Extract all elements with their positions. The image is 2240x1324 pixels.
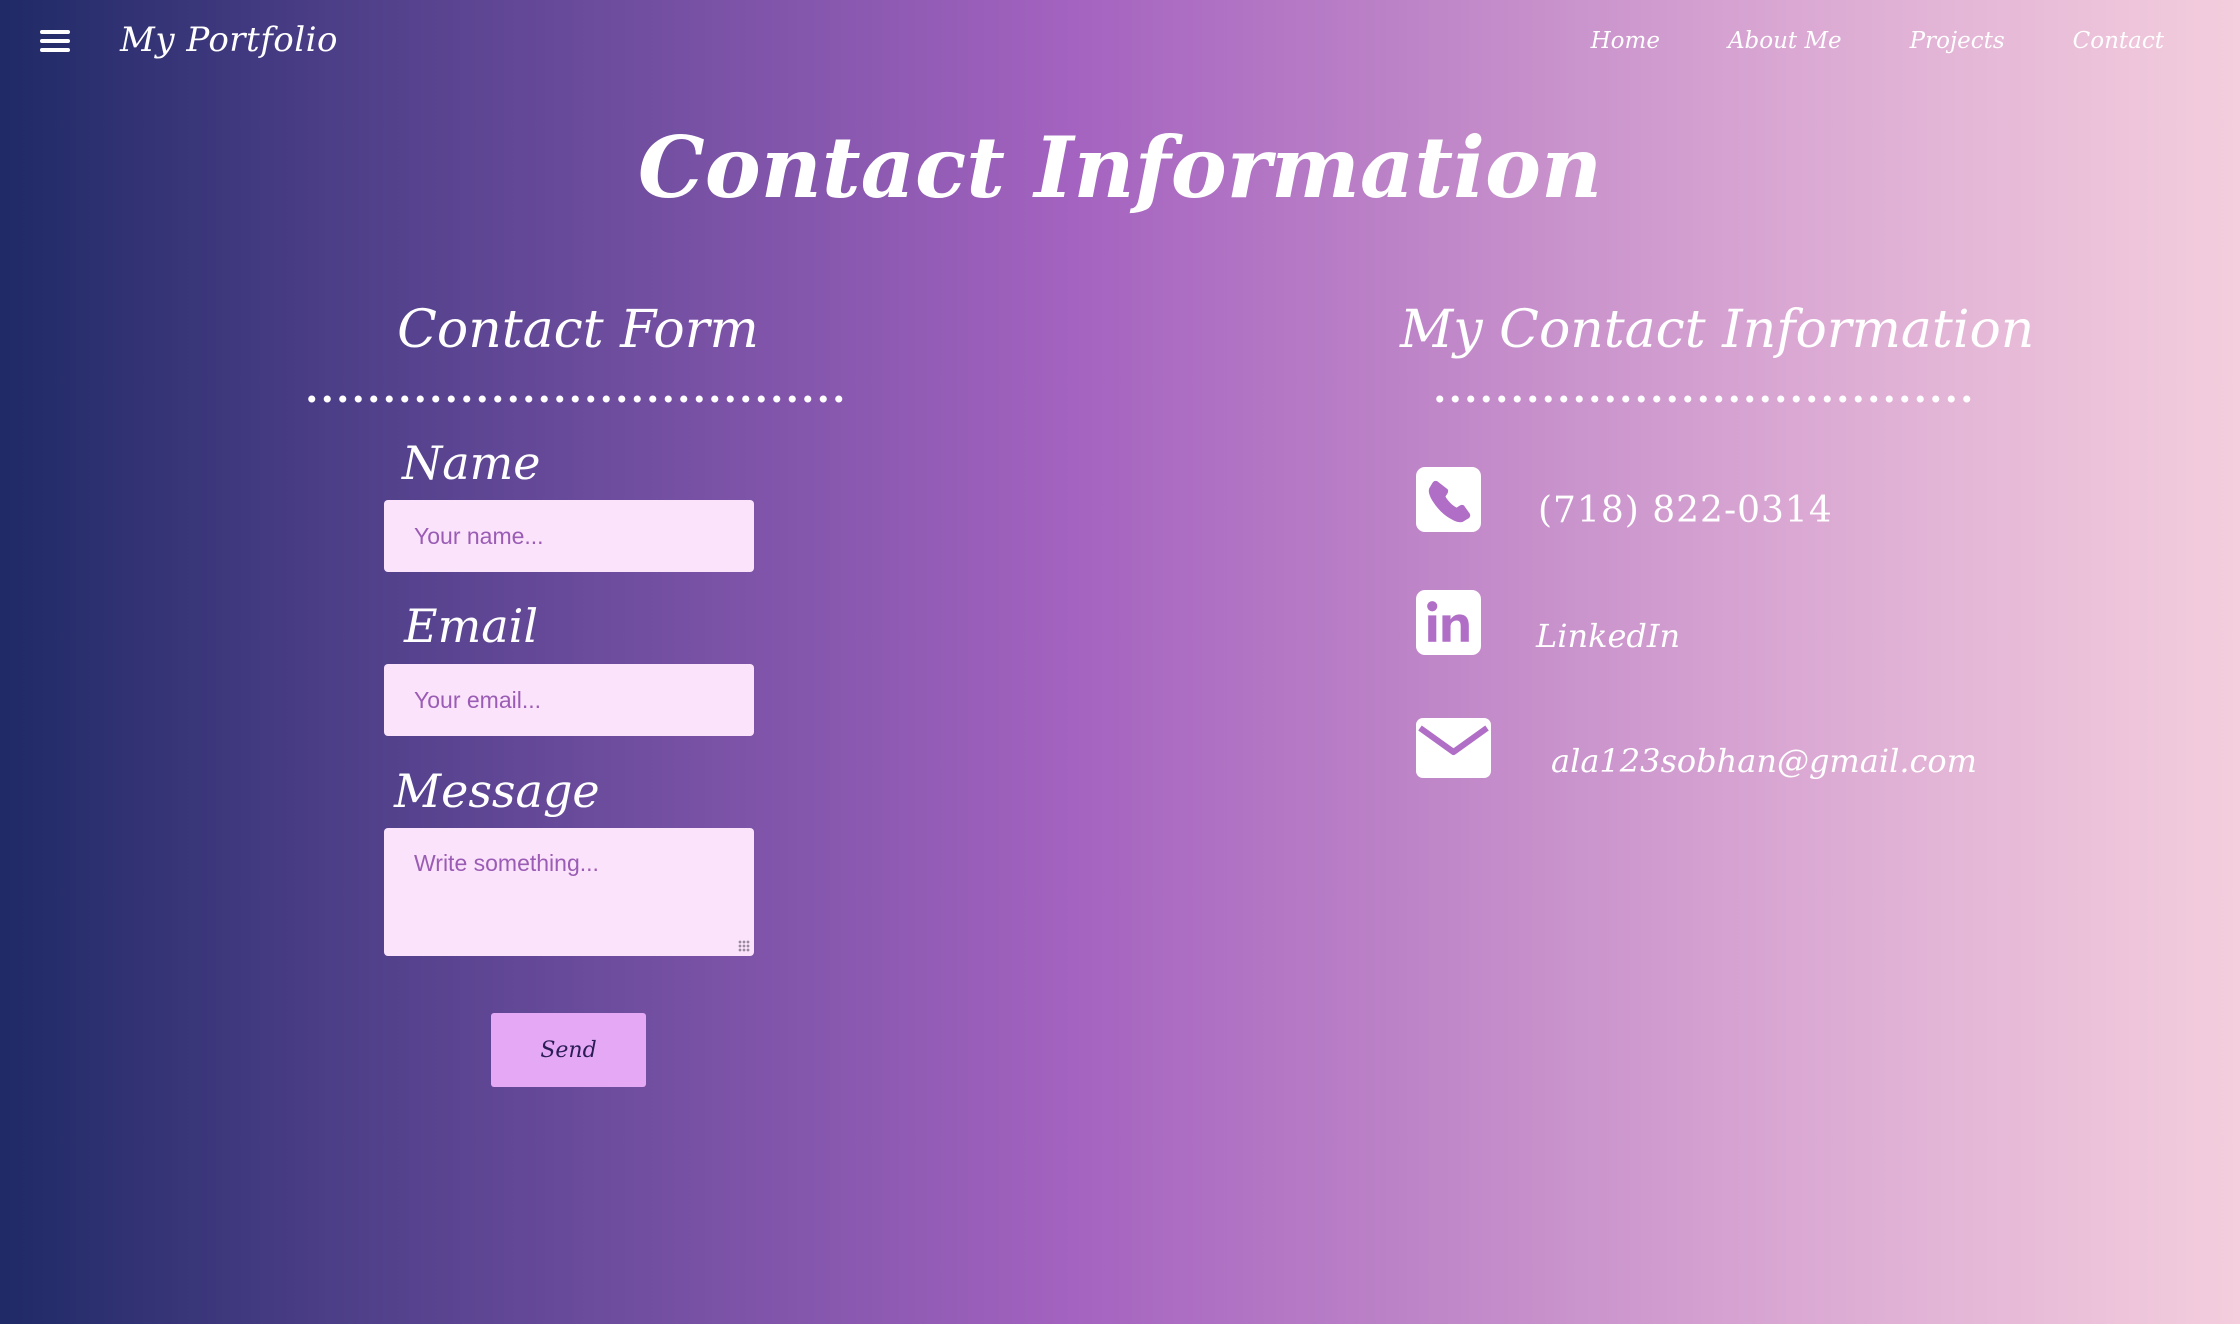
linkedin-icon[interactable] (1416, 590, 1481, 655)
main-nav: Home About Me Projects Contact (1591, 28, 2164, 54)
email-address[interactable]: ala123sobhan@gmail.com (1551, 742, 1977, 780)
name-input[interactable] (384, 500, 754, 572)
page-title: Contact Information (637, 118, 1603, 217)
menu-toggle-icon[interactable] (40, 30, 70, 54)
message-label: Message (394, 764, 600, 818)
message-textarea[interactable] (384, 828, 754, 956)
nav-link-projects[interactable]: Projects (1910, 28, 2005, 54)
email-label: Email (404, 599, 539, 653)
nav-link-home[interactable]: Home (1591, 28, 1660, 54)
email-input[interactable] (384, 664, 754, 736)
phone-number[interactable]: (718) 822-0314 (1538, 490, 1833, 531)
envelope-icon (1416, 718, 1491, 778)
site-brand[interactable]: My Portfolio (120, 20, 338, 60)
contact-form-divider (304, 394, 850, 404)
phone-icon (1416, 467, 1481, 532)
name-label: Name (402, 436, 541, 490)
contact-info-divider (1432, 394, 1978, 404)
contact-form-title: Contact Form (397, 300, 759, 360)
send-button[interactable]: Send (491, 1013, 646, 1087)
nav-link-contact[interactable]: Contact (2073, 28, 2164, 54)
contact-info-title: My Contact Information (1400, 300, 2035, 360)
nav-link-about[interactable]: About Me (1728, 28, 1842, 54)
linkedin-link[interactable]: LinkedIn (1536, 617, 1680, 655)
textarea-resize-handle[interactable] (738, 940, 750, 952)
